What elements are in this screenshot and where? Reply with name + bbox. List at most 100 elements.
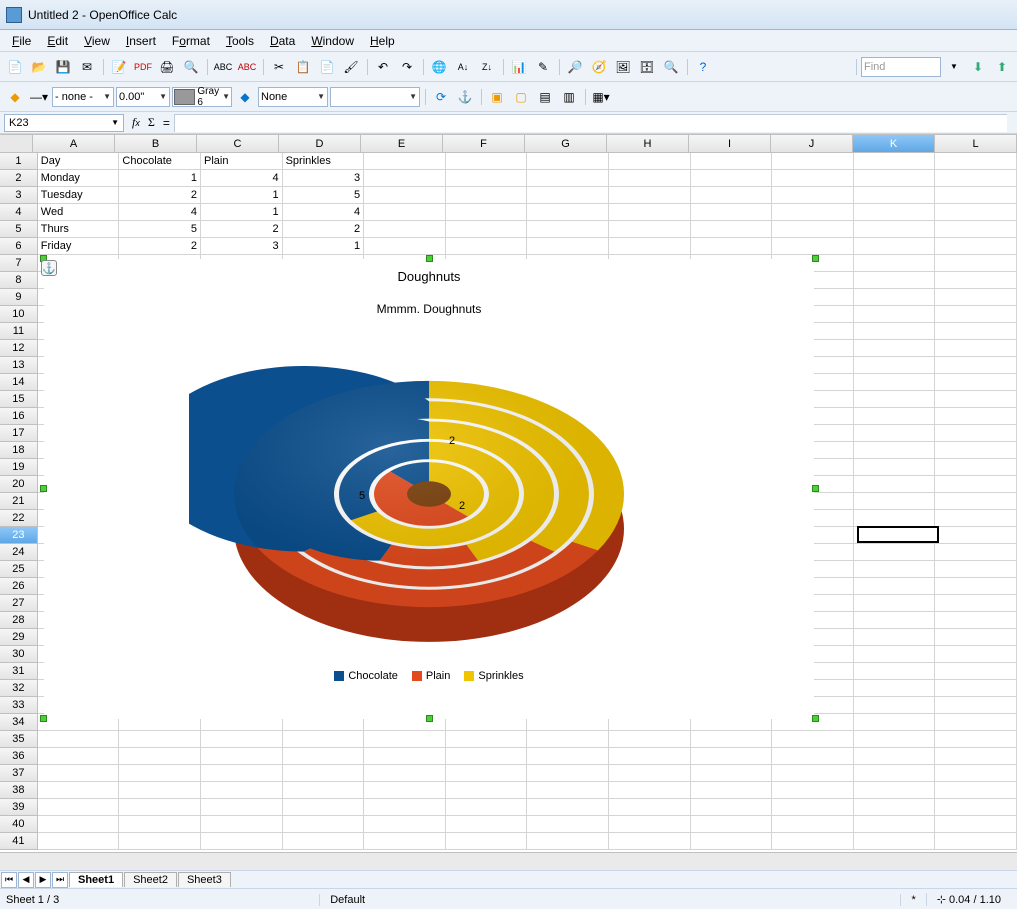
cell[interactable] xyxy=(119,799,201,816)
cell[interactable] xyxy=(854,272,936,289)
column-header-K[interactable]: K xyxy=(853,135,935,153)
row-header-32[interactable]: 32 xyxy=(0,680,38,697)
cell[interactable] xyxy=(854,476,936,493)
menu-window[interactable]: Window xyxy=(303,32,362,50)
cell[interactable] xyxy=(854,340,936,357)
row-header-25[interactable]: 25 xyxy=(0,561,38,578)
row-header-21[interactable]: 21 xyxy=(0,493,38,510)
cell[interactable] xyxy=(527,238,609,255)
cell[interactable] xyxy=(609,765,691,782)
find-prev-button[interactable]: ⬆ xyxy=(991,56,1013,78)
cell[interactable] xyxy=(364,153,446,170)
cell[interactable] xyxy=(283,748,365,765)
cell[interactable] xyxy=(772,170,854,187)
find-replace-button[interactable]: 🔎 xyxy=(564,56,586,78)
cell[interactable] xyxy=(691,782,773,799)
row-header-20[interactable]: 20 xyxy=(0,476,38,493)
row-header-38[interactable]: 38 xyxy=(0,782,38,799)
row-header-16[interactable]: 16 xyxy=(0,408,38,425)
cell[interactable] xyxy=(854,612,936,629)
cell[interactable] xyxy=(854,544,936,561)
cell[interactable] xyxy=(691,833,773,850)
format-paintbrush-button[interactable]: 🖌 xyxy=(340,56,362,78)
cell[interactable] xyxy=(609,799,691,816)
row-header-40[interactable]: 40 xyxy=(0,816,38,833)
cell[interactable] xyxy=(446,221,528,238)
cell[interactable] xyxy=(691,799,773,816)
cell[interactable] xyxy=(691,170,773,187)
column-header-L[interactable]: L xyxy=(935,135,1017,153)
area-style-select[interactable]: None▼ xyxy=(258,87,328,107)
cell[interactable]: 3 xyxy=(283,170,365,187)
cell[interactable] xyxy=(772,204,854,221)
cell[interactable] xyxy=(364,782,446,799)
undo-button[interactable]: ↶ xyxy=(372,56,394,78)
cell[interactable] xyxy=(691,187,773,204)
resize-handle[interactable] xyxy=(812,255,819,262)
cell[interactable] xyxy=(935,442,1017,459)
cell[interactable]: 5 xyxy=(283,187,365,204)
cell[interactable] xyxy=(935,459,1017,476)
cell[interactable] xyxy=(935,765,1017,782)
cell[interactable] xyxy=(364,816,446,833)
cell[interactable] xyxy=(364,833,446,850)
cell[interactable] xyxy=(854,442,936,459)
cell[interactable] xyxy=(935,833,1017,850)
cell[interactable] xyxy=(854,663,936,680)
row-header-10[interactable]: 10 xyxy=(0,306,38,323)
navigator-button[interactable]: 🧭 xyxy=(588,56,610,78)
row-header-24[interactable]: 24 xyxy=(0,544,38,561)
anchor-button[interactable]: ⚓ xyxy=(454,86,476,108)
line-style-select[interactable]: - none -▼ xyxy=(52,87,114,107)
tab-last-button[interactable]: ⏭ xyxy=(52,872,68,888)
cell[interactable] xyxy=(772,782,854,799)
cell[interactable] xyxy=(772,238,854,255)
cell[interactable] xyxy=(446,170,528,187)
menu-help[interactable]: Help xyxy=(362,32,403,50)
cell[interactable] xyxy=(446,238,528,255)
cell[interactable] xyxy=(772,799,854,816)
line-dropdown[interactable]: ―▾ xyxy=(28,86,50,108)
cell[interactable] xyxy=(609,748,691,765)
cell[interactable] xyxy=(854,323,936,340)
menu-edit[interactable]: Edit xyxy=(39,32,76,50)
preview-button[interactable]: 🔍 xyxy=(180,56,202,78)
cell[interactable] xyxy=(283,799,365,816)
cell[interactable]: Plain xyxy=(201,153,283,170)
cell[interactable] xyxy=(772,816,854,833)
cell[interactable] xyxy=(38,833,120,850)
cell[interactable] xyxy=(364,170,446,187)
cell[interactable] xyxy=(854,833,936,850)
cell[interactable] xyxy=(854,765,936,782)
sum-icon[interactable]: Σ xyxy=(148,115,155,130)
row-header-29[interactable]: 29 xyxy=(0,629,38,646)
cell[interactable] xyxy=(38,816,120,833)
menu-file[interactable]: File xyxy=(4,32,39,50)
find-next-button[interactable]: ⬇ xyxy=(967,56,989,78)
cell[interactable] xyxy=(935,799,1017,816)
hyperlink-button[interactable]: 🌐 xyxy=(428,56,450,78)
cell[interactable] xyxy=(772,221,854,238)
new-button[interactable]: 📄 xyxy=(4,56,26,78)
cell[interactable] xyxy=(609,204,691,221)
cell[interactable]: Chocolate xyxy=(119,153,201,170)
resize-handle[interactable] xyxy=(812,715,819,722)
cell[interactable] xyxy=(283,765,365,782)
chart-object[interactable]: Doughnuts Mmmm. Doughnuts xyxy=(44,259,814,719)
row-header-26[interactable]: 26 xyxy=(0,578,38,595)
menu-data[interactable]: Data xyxy=(262,32,303,50)
cell[interactable] xyxy=(283,782,365,799)
formula-input[interactable] xyxy=(174,114,1007,132)
cell[interactable] xyxy=(854,646,936,663)
edit-points-icon[interactable]: ◆ xyxy=(4,86,26,108)
cell[interactable] xyxy=(935,170,1017,187)
row-header-22[interactable]: 22 xyxy=(0,510,38,527)
row-header-15[interactable]: 15 xyxy=(0,391,38,408)
cell[interactable] xyxy=(609,731,691,748)
cell[interactable] xyxy=(772,765,854,782)
cell[interactable] xyxy=(446,731,528,748)
cell[interactable] xyxy=(446,782,528,799)
cell[interactable] xyxy=(364,731,446,748)
cell[interactable] xyxy=(38,748,120,765)
row-header-19[interactable]: 19 xyxy=(0,459,38,476)
